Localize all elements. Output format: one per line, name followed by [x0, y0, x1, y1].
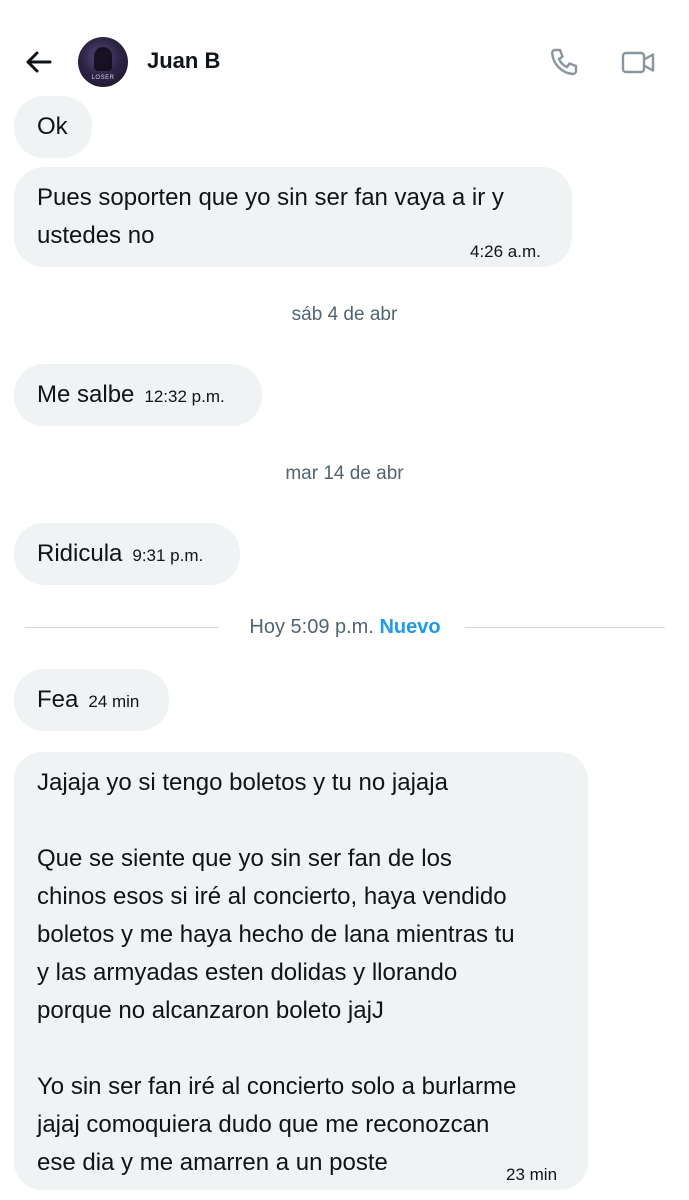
phone-icon — [550, 48, 578, 76]
message-bubble[interactable]: Jajaja yo si tengo boletos y tu no jajaj… — [14, 752, 588, 1190]
message-bubble[interactable]: Fea 24 min — [14, 669, 169, 731]
contact-name[interactable]: Juan B — [147, 48, 220, 74]
today-timestamp: Hoy 5:09 p.m. — [249, 616, 374, 638]
avatar[interactable]: LOSER — [78, 37, 128, 87]
message-bubble[interactable]: Ridicula 9:31 p.m. — [14, 523, 240, 585]
video-call-button[interactable] — [620, 44, 656, 80]
message-text: Ridicula — [37, 540, 123, 567]
message-bubble[interactable]: Me salbe 12:32 p.m. — [14, 364, 262, 426]
date-separator: sáb 4 de abr — [291, 304, 398, 325]
date-separator: mar 14 de abr — [285, 463, 404, 484]
back-button[interactable] — [20, 44, 56, 80]
message-timestamp: 9:31 p.m. — [132, 546, 204, 565]
new-badge: Nuevo — [379, 616, 441, 638]
message-timestamp: 4:26 a.m. — [470, 242, 541, 261]
message-bubble[interactable]: Ok — [14, 96, 92, 158]
message-text: Ok — [37, 113, 68, 140]
message-text: Fea — [37, 686, 79, 713]
message-bubble[interactable]: Pues soporten que yo sin ser fan vaya a … — [14, 167, 572, 267]
video-camera-icon — [621, 51, 655, 74]
conversation-header: LOSER Juan B — [0, 0, 689, 110]
message-text: Me salbe — [37, 381, 135, 408]
message-timestamp: 23 min — [506, 1165, 558, 1184]
message-timestamp: 12:32 p.m. — [144, 387, 225, 406]
call-button[interactable] — [546, 44, 582, 80]
arrow-left-icon — [26, 51, 52, 73]
avatar-text: LOSER — [91, 75, 115, 81]
message-text: Jajaja yo si tengo boletos y tu no jajaj… — [37, 769, 517, 1176]
message-timestamp: 24 min — [88, 692, 140, 711]
new-messages-separator: Hoy 5:09 p.m. Nuevo — [25, 612, 665, 642]
